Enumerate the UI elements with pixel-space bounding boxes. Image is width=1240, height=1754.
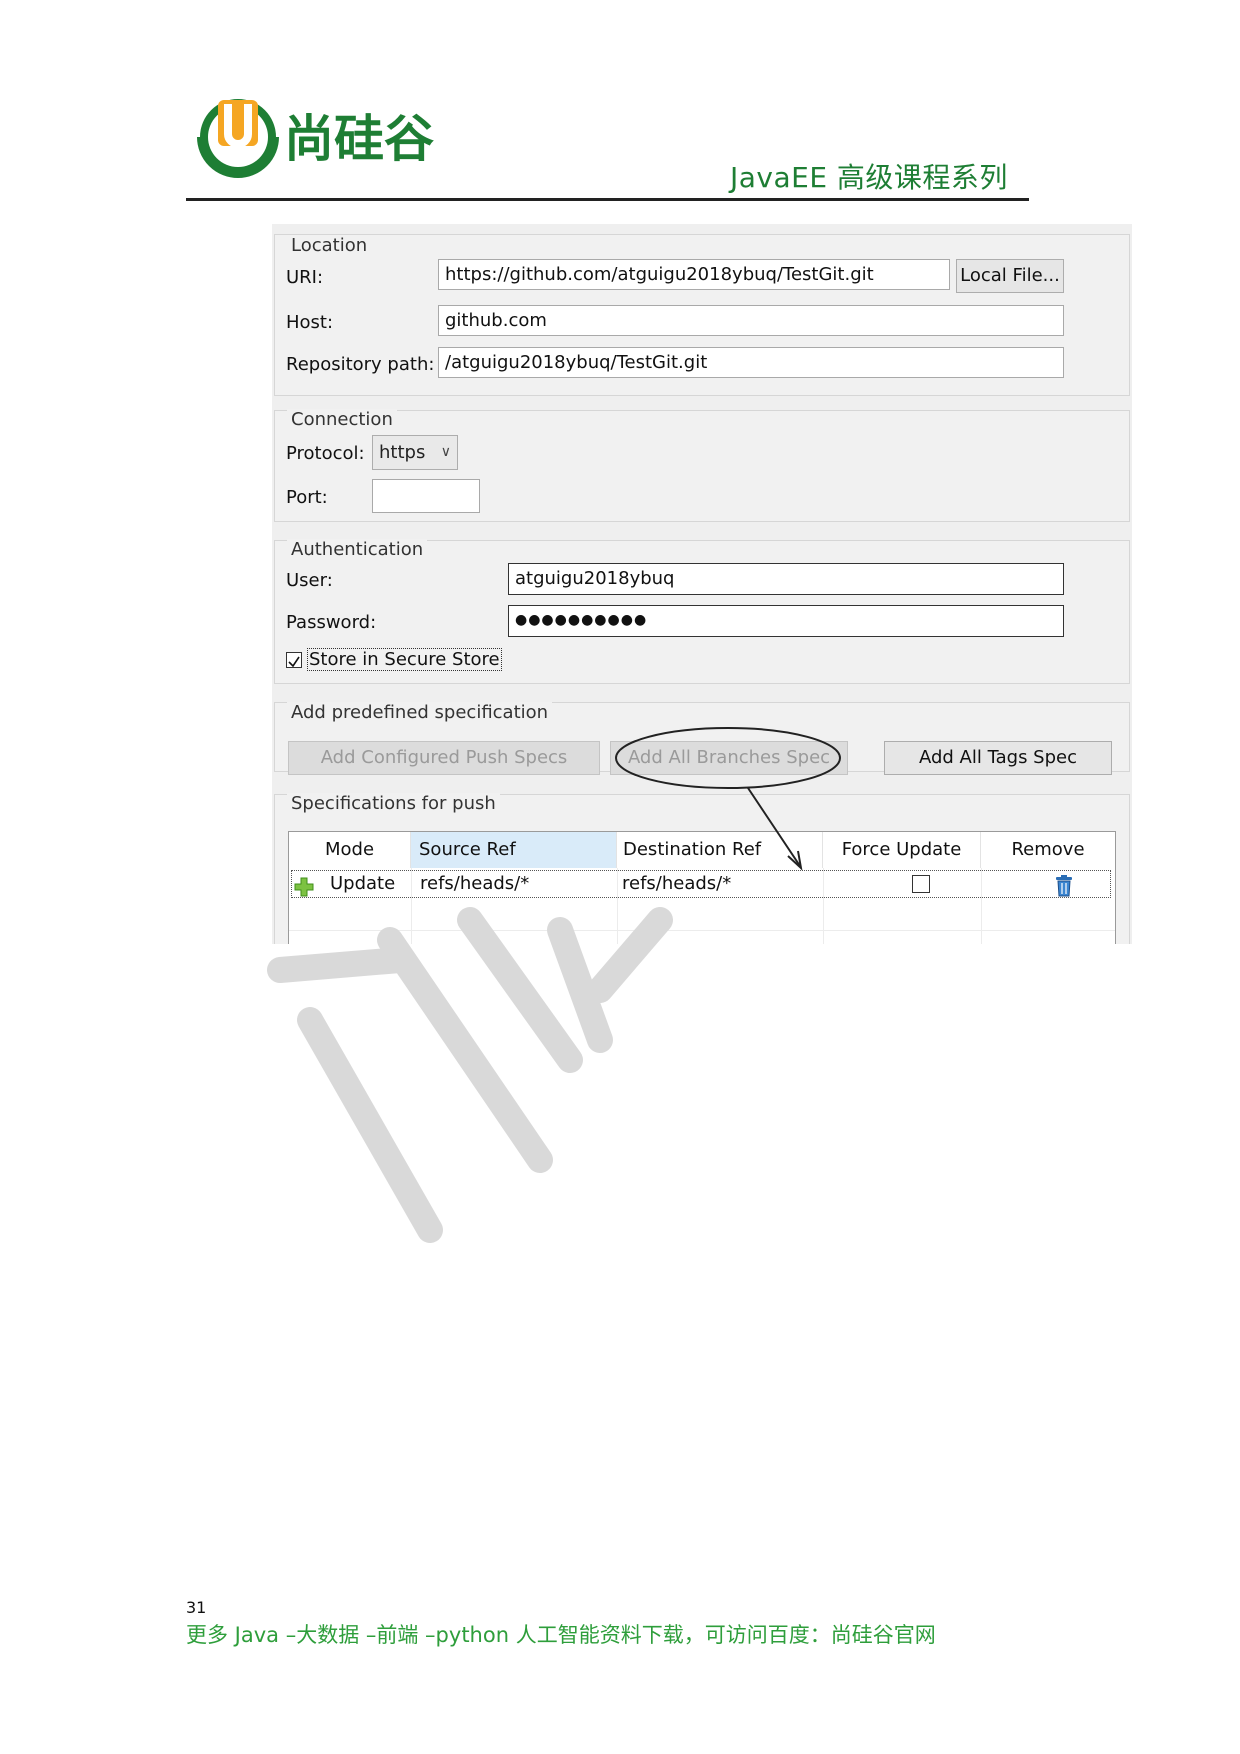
header-divider <box>186 198 1029 201</box>
page-number: 31 <box>186 1598 207 1617</box>
logo-brand-text: 尚硅谷 <box>284 110 434 168</box>
footer-text: 更多 Java –大数据 –前端 –python 人工智能资料下载，可访问百度：… <box>186 1623 936 1647</box>
push-dialog-screenshot: Location URI: https://github.com/atguigu… <box>272 224 1132 944</box>
highlight-ellipse <box>615 727 841 789</box>
watermark-graphic <box>267 907 673 1243</box>
company-logo: 尚硅谷 <box>197 99 434 178</box>
annotation-overlay <box>615 727 841 871</box>
annotation-arrow-line <box>747 787 801 867</box>
course-title: JavaEE 高级课程系列 <box>730 161 1008 194</box>
